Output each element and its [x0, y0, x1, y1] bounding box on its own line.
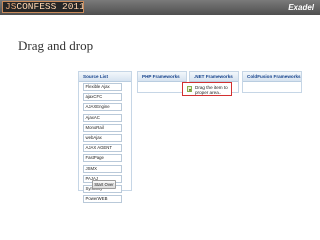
drag-item[interactable]: Drag the item to proper area.. [182, 82, 232, 96]
top-banner: JSCONFESS 2011 Exadel [0, 0, 320, 15]
brand-name: Exadel [288, 3, 314, 12]
source-list-header: Source List [79, 72, 131, 82]
source-list-item[interactable]: PowerWEB [83, 195, 122, 204]
logo-prefix: JS [5, 1, 17, 12]
source-list-item[interactable]: ajaxCFC [83, 93, 122, 102]
source-list-item[interactable]: Flexible Ajax [83, 83, 122, 91]
source-list-item[interactable]: AJAXEngine [83, 103, 122, 112]
logo-main: CONFESS 2011 [16, 1, 84, 12]
slide-title: Drag and drop [18, 38, 94, 53]
document-icon [187, 86, 192, 92]
coldfusion-frameworks-panel[interactable]: ColdFusion Frameworks [242, 71, 302, 93]
net-frameworks-header: .NET Frameworks [190, 72, 238, 82]
source-list-item[interactable]: JSMX [83, 164, 122, 173]
php-frameworks-panel[interactable]: PHP Frameworks [137, 71, 187, 93]
coldfusion-frameworks-header: ColdFusion Frameworks [243, 72, 301, 82]
php-frameworks-header: PHP Frameworks [138, 72, 186, 82]
start-over-button[interactable]: Start Over [92, 180, 116, 189]
source-list-item[interactable]: FastPage [83, 154, 122, 163]
source-list-item[interactable]: AJAX AGENT [83, 144, 122, 153]
conference-logo: JSCONFESS 2011 [2, 1, 84, 13]
source-list-item[interactable]: webAjax [83, 133, 122, 142]
source-list-item[interactable]: AjaxAC [83, 113, 122, 122]
drag-item-label: Drag the item to proper area.. [195, 84, 228, 95]
source-list-item[interactable]: MonoRail [83, 123, 122, 132]
